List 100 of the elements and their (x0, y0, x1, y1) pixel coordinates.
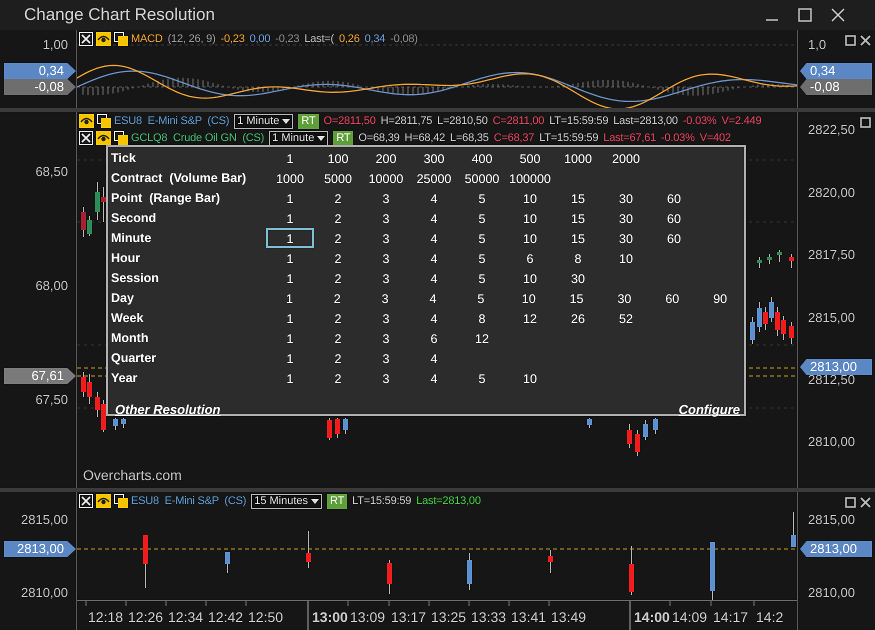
resolution-option[interactable]: 4 (409, 288, 457, 308)
resolution-option[interactable]: 2 (314, 348, 362, 368)
resolution-option[interactable]: 3 (362, 248, 410, 268)
resolution-option[interactable]: 3 (362, 308, 410, 328)
resolution-option[interactable]: 1 (266, 248, 314, 268)
resolution-option[interactable]: 26 (554, 308, 602, 328)
resolution-option[interactable]: 1 (266, 208, 314, 228)
resolution-option[interactable]: 10000 (362, 168, 410, 188)
resolution-option[interactable]: 2 (314, 188, 362, 208)
resolution-option[interactable]: 10 (504, 288, 553, 308)
resolution-option[interactable]: 30 (602, 208, 650, 228)
resolution-option[interactable]: 4 (410, 188, 458, 208)
resolution-option[interactable]: 8 (458, 308, 506, 328)
resolution-option[interactable]: 2 (313, 288, 362, 308)
resolution-option[interactable]: 25000 (410, 168, 458, 188)
resolution-option[interactable]: 3 (362, 228, 410, 248)
maximize-icon[interactable] (845, 497, 856, 508)
eye-icon[interactable] (96, 494, 111, 508)
maximize-icon[interactable] (860, 117, 871, 128)
resolution-option[interactable]: 4 (410, 208, 458, 228)
resolution-option[interactable]: 30 (602, 188, 650, 208)
resolution-option[interactable]: 15 (554, 208, 602, 228)
resolution-option[interactable]: 500 (506, 148, 554, 168)
resolution-option[interactable]: 4 (410, 308, 458, 328)
resolution-option[interactable]: 5 (458, 268, 506, 288)
resolution-option[interactable]: 4 (410, 268, 458, 288)
resolution-option[interactable]: 60 (650, 188, 698, 208)
resolution-option[interactable]: 12 (506, 308, 554, 328)
resolution-option[interactable]: 60 (650, 228, 698, 248)
resolution-option[interactable]: 4 (410, 368, 458, 388)
resolution-dropdown[interactable]: 1 Minute (234, 114, 294, 128)
resolution-option[interactable]: 30 (554, 268, 602, 288)
resolution-option[interactable]: 2 (314, 268, 362, 288)
resolution-dropdown[interactable]: 15 Minutes (251, 494, 322, 508)
resolution-option[interactable]: 5000 (314, 168, 362, 188)
resolution-option[interactable]: 5 (458, 208, 506, 228)
resolution-option[interactable]: 2 (314, 208, 362, 228)
resolution-option[interactable]: 2 (314, 248, 362, 268)
close-icon[interactable] (79, 494, 93, 508)
resolution-option[interactable]: 1000 (266, 168, 314, 188)
layers-icon[interactable] (114, 494, 128, 508)
resolution-option[interactable]: 3 (362, 328, 410, 348)
resolution-option[interactable]: 15 (554, 188, 602, 208)
resolution-option[interactable]: 4 (410, 228, 458, 248)
resolution-option[interactable]: 60 (650, 208, 698, 228)
resolution-option[interactable]: 400 (458, 148, 506, 168)
resolution-option[interactable]: 3 (362, 188, 410, 208)
resolution-option[interactable]: 50000 (458, 168, 506, 188)
resolution-option[interactable]: 300 (410, 148, 458, 168)
resolution-option[interactable]: 10 (506, 188, 554, 208)
resolution-option[interactable]: 2 (314, 228, 362, 248)
resolution-option[interactable]: 100000 (506, 168, 554, 188)
resolution-option[interactable]: 8 (554, 248, 602, 268)
popup-link[interactable]: Other Resolution (115, 400, 220, 420)
resolution-option[interactable]: 6 (506, 248, 554, 268)
resolution-option[interactable]: 5 (458, 368, 506, 388)
close-icon[interactable] (79, 131, 93, 145)
resolution-option[interactable]: 2 (314, 328, 362, 348)
resolution-option[interactable]: 5 (456, 288, 505, 308)
resolution-option[interactable]: 60 (648, 288, 696, 308)
resolution-option[interactable]: 6 (410, 328, 458, 348)
resolution-option[interactable]: 90 (696, 288, 744, 308)
resolution-option[interactable]: 5 (458, 228, 506, 248)
resolution-option[interactable]: 30 (600, 288, 648, 308)
resolution-option[interactable]: 100 (314, 148, 362, 168)
resolution-option[interactable]: 1 (266, 148, 314, 168)
resolution-option[interactable]: 52 (602, 308, 650, 328)
resolution-option[interactable]: 30 (602, 228, 650, 248)
layers-icon[interactable] (114, 131, 128, 145)
eye-icon[interactable] (96, 131, 111, 145)
resolution-option[interactable]: 2 (314, 368, 362, 388)
resolution-option[interactable]: 10 (506, 208, 554, 228)
resolution-option[interactable]: 10 (506, 228, 554, 248)
close-icon[interactable] (79, 32, 93, 46)
resolution-option[interactable]: 200 (362, 148, 410, 168)
eye-icon[interactable] (79, 114, 94, 128)
resolution-option[interactable]: 4 (410, 248, 458, 268)
resolution-option[interactable]: 15 (552, 288, 600, 308)
resolution-option[interactable]: 15 (554, 228, 602, 248)
eye-icon[interactable] (96, 32, 111, 46)
resolution-option[interactable]: 12 (458, 328, 506, 348)
layers-icon[interactable] (114, 32, 128, 46)
resolution-option[interactable]: 1 (266, 188, 314, 208)
popup-link[interactable]: Configure (678, 400, 740, 420)
resolution-option[interactable]: 1 (266, 328, 314, 348)
resolution-option[interactable]: 5 (458, 188, 506, 208)
resolution-option[interactable]: 3 (362, 368, 410, 388)
resolution-option[interactable]: 1000 (554, 148, 602, 168)
resolution-option[interactable]: 10 (506, 268, 554, 288)
close-icon[interactable] (860, 35, 871, 46)
close-icon[interactable] (831, 8, 845, 22)
resolution-option[interactable]: 4 (410, 348, 458, 368)
resolution-option[interactable]: 3 (361, 288, 410, 308)
resolution-option[interactable]: 2000 (602, 148, 650, 168)
resolution-option[interactable]: 1 (266, 368, 314, 388)
resolution-option[interactable]: 1 (266, 228, 314, 248)
resolution-option[interactable]: 2 (314, 308, 362, 328)
resolution-option[interactable]: 1 (266, 268, 314, 288)
resolution-option[interactable]: 1 (265, 288, 314, 308)
resolution-option[interactable]: 3 (362, 348, 410, 368)
